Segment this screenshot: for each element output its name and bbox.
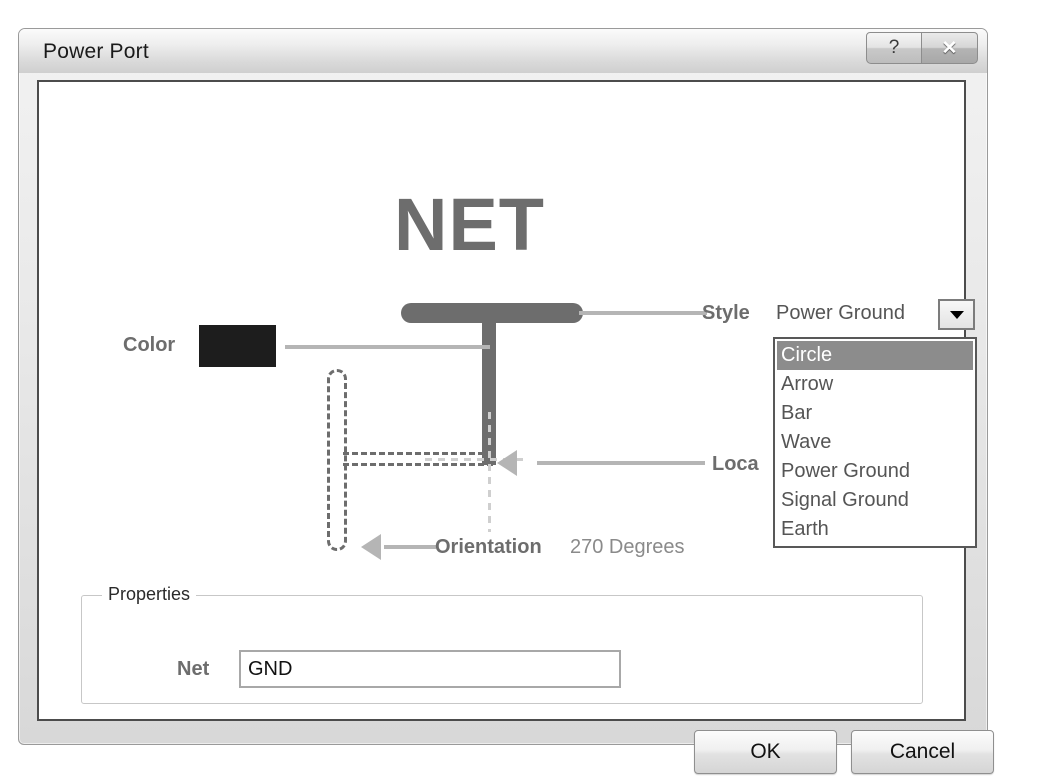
style-option-power-ground[interactable]: Power Ground	[777, 457, 973, 486]
style-option-arrow[interactable]: Arrow	[777, 370, 973, 399]
properties-group: Properties Net	[81, 584, 923, 704]
style-option-wave[interactable]: Wave	[777, 428, 973, 457]
ok-button[interactable]: OK	[694, 730, 837, 774]
style-combo-dropdown-list[interactable]: Circle Arrow Bar Wave Power Ground Signal Gro…	[773, 337, 977, 548]
screen: Power Port ? ✕ NET Color Style Loca Orie…	[0, 0, 1048, 777]
style-option-signal-ground[interactable]: Signal Ground	[777, 486, 973, 515]
style-combo-dropdown-button[interactable]	[938, 299, 975, 330]
color-leader-line	[285, 345, 490, 349]
window-title: Power Port	[43, 40, 149, 63]
window-controls: ? ✕	[866, 32, 978, 64]
symbol-preview-panel: NET Color Style Loca Orientation 270 Deg…	[39, 82, 977, 560]
help-button[interactable]: ?	[866, 32, 922, 64]
color-swatch[interactable]	[199, 325, 276, 367]
properties-group-title: Properties	[102, 584, 197, 605]
close-button[interactable]: ✕	[922, 32, 978, 64]
style-option-bar[interactable]: Bar	[777, 399, 973, 428]
location-leader-line	[537, 461, 705, 465]
style-combo-value[interactable]: Power Ground	[776, 302, 905, 325]
orientation-value: 270 Degrees	[570, 536, 685, 558]
net-input[interactable]	[239, 650, 621, 688]
cancel-button[interactable]: Cancel	[851, 730, 994, 774]
net-title-label: NET	[394, 183, 545, 266]
power-port-dialog: Power Port ? ✕ NET Color Style Loca Orie…	[18, 28, 994, 774]
style-label: Style	[702, 302, 750, 324]
location-arrow-icon	[497, 450, 517, 476]
net-label: Net	[177, 658, 210, 680]
dialog-client-area: NET Color Style Loca Orientation 270 Deg…	[37, 80, 994, 774]
style-option-circle[interactable]: Circle	[777, 341, 973, 370]
orientation-label: Orientation	[435, 536, 542, 558]
location-label: Loca	[712, 453, 759, 475]
orientation-arrow-icon	[361, 534, 381, 560]
style-option-earth[interactable]: Earth	[777, 515, 973, 544]
color-label: Color	[123, 334, 176, 356]
title-bar[interactable]: Power Port ? ✕	[19, 29, 987, 73]
location-crosshair-vertical	[488, 412, 491, 532]
style-leader-line	[579, 311, 707, 315]
orientation-leader-line	[384, 545, 436, 549]
chevron-down-icon	[949, 310, 964, 319]
